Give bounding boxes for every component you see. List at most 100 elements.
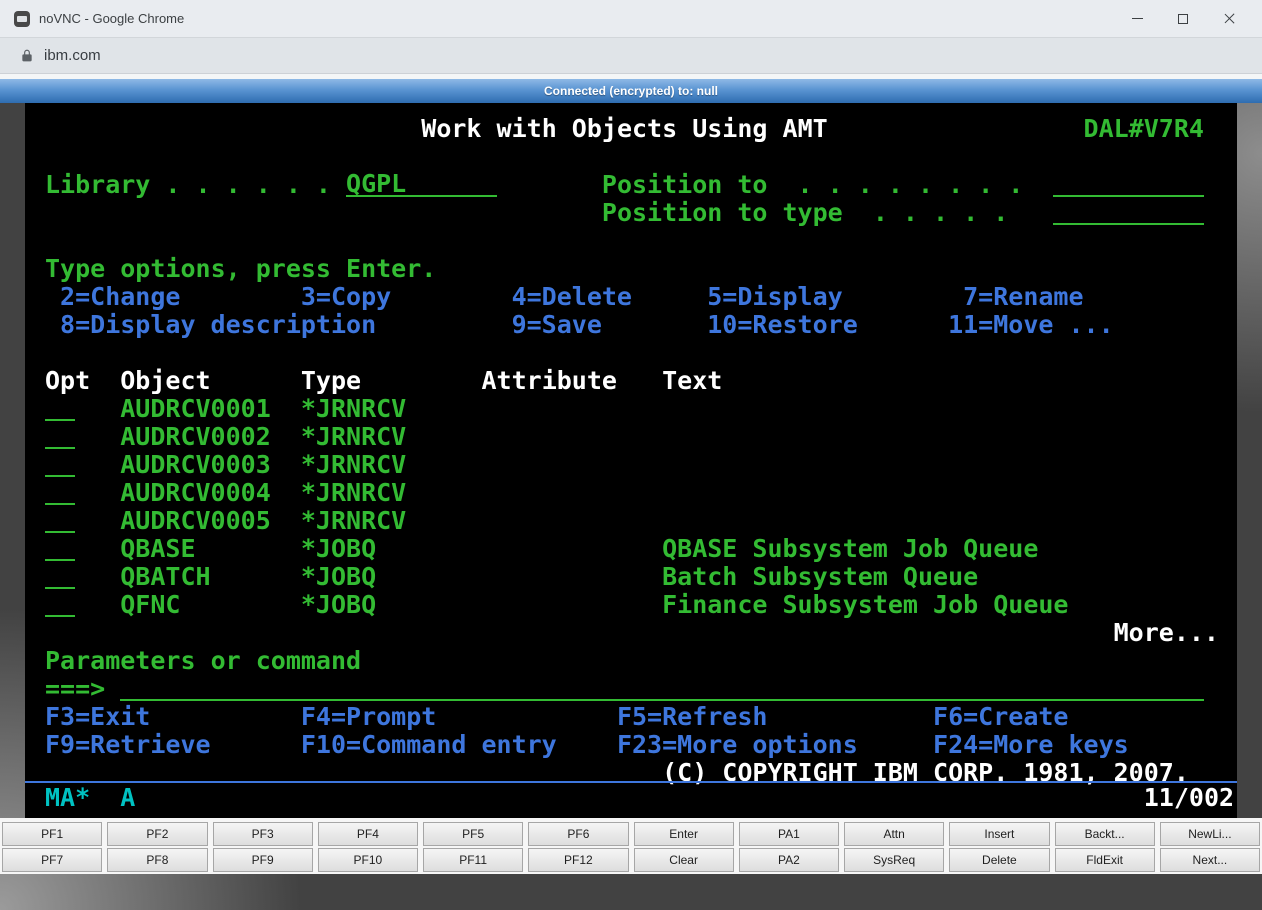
keyboard-row-2: PF7 PF8 PF9 PF10 PF11 PF12 Clear PA2 SysReq Delet… bbox=[2, 848, 1260, 872]
browser-window: noVNC - Google Chrome ibm.com Connected … bbox=[0, 0, 1262, 910]
object-row: QBATCH *JOBQ Batch Subsystem Queue bbox=[45, 563, 1227, 591]
status-separator bbox=[25, 781, 1237, 783]
key-next[interactable]: Next... bbox=[1159, 848, 1260, 872]
key-pf2[interactable]: PF2 bbox=[107, 822, 208, 846]
object-row: AUDRCV0004 *JRNRCV bbox=[45, 479, 1227, 507]
key-pa1[interactable]: PA1 bbox=[738, 822, 839, 846]
object-type: *JOBQ bbox=[300, 590, 377, 619]
lock-icon bbox=[22, 49, 32, 62]
key-pf8[interactable]: PF8 bbox=[107, 848, 208, 872]
command-input[interactable] bbox=[120, 675, 1204, 701]
vnc-status-text: Connected (encrypted) to: null bbox=[544, 84, 718, 98]
fkey-label: F6=Create bbox=[933, 702, 1069, 731]
key-fldexit[interactable]: FldExit bbox=[1054, 848, 1155, 872]
library-field[interactable]: QGPL bbox=[346, 171, 497, 197]
object-type: *JRNRCV bbox=[300, 394, 407, 423]
key-clear[interactable]: Clear bbox=[633, 848, 734, 872]
fkey-label: F24=More keys bbox=[933, 730, 1129, 759]
option-label: 11=Move ... bbox=[948, 310, 1114, 339]
virtual-keyboard: PF1 PF2 PF3 PF4 PF5 PF6 Enter PA1 Attn Insert Back… bbox=[0, 818, 1262, 874]
close-icon bbox=[1223, 12, 1236, 25]
key-pa2[interactable]: PA2 bbox=[738, 848, 839, 872]
close-button[interactable] bbox=[1206, 0, 1252, 37]
object-row: AUDRCV0001 *JRNRCV bbox=[45, 395, 1227, 423]
key-pf11[interactable]: PF11 bbox=[423, 848, 524, 872]
option-label: 8=Display description bbox=[60, 310, 377, 339]
status-cursor-position: 11/002 bbox=[1143, 783, 1235, 812]
opt-input[interactable] bbox=[45, 479, 76, 505]
system-id: DAL#V7R4 bbox=[1083, 114, 1204, 143]
object-row: AUDRCV0005 *JRNRCV bbox=[45, 507, 1227, 535]
address-bar[interactable]: ibm.com bbox=[0, 38, 1262, 74]
key-pf9[interactable]: PF9 bbox=[212, 848, 313, 872]
app-icon bbox=[14, 10, 30, 27]
library-label: Library . . . . . . bbox=[45, 170, 331, 199]
fkey-label: F10=Command entry bbox=[300, 730, 557, 759]
opt-input[interactable] bbox=[45, 507, 76, 533]
key-pf10[interactable]: PF10 bbox=[317, 848, 418, 872]
key-pf4[interactable]: PF4 bbox=[317, 822, 418, 846]
terminal-screen[interactable]: Work with Objects Using AMT DAL#V7R4 Lib… bbox=[25, 103, 1237, 818]
object-name: AUDRCV0005 bbox=[120, 506, 271, 535]
opt-input[interactable] bbox=[45, 591, 76, 617]
option-label: 9=Save bbox=[511, 310, 602, 339]
column-header: Type bbox=[300, 366, 362, 395]
option-label: 7=Rename bbox=[963, 282, 1084, 311]
key-enter[interactable]: Enter bbox=[633, 822, 734, 846]
object-row: AUDRCV0002 *JRNRCV bbox=[45, 423, 1227, 451]
column-header: Object bbox=[120, 366, 211, 395]
fkey-label: F4=Prompt bbox=[300, 702, 437, 731]
object-name: QBASE bbox=[120, 534, 196, 563]
status-keyboard-state: MA* bbox=[45, 783, 91, 812]
fkeys-row-2: F9=Retrieve F10=Command entry F23=More opt… bbox=[45, 731, 1227, 759]
opt-input[interactable] bbox=[45, 423, 76, 449]
option-label: 10=Restore bbox=[707, 310, 858, 339]
options-row-1: 2=Change 3=Copy 4=Delete 5=Display 7=Rename bbox=[45, 283, 1227, 311]
position-to-field[interactable] bbox=[1053, 171, 1204, 197]
fkey-label: F23=More options bbox=[616, 730, 858, 759]
key-newli[interactable]: NewLi... bbox=[1159, 822, 1260, 846]
window-title: noVNC - Google Chrome bbox=[39, 11, 185, 26]
opt-input[interactable] bbox=[45, 535, 76, 561]
key-delete[interactable]: Delete bbox=[949, 848, 1050, 872]
options-row-2: 8=Display description 9=Save 10=Restore 11=… bbox=[45, 311, 1227, 339]
key-pf6[interactable]: PF6 bbox=[528, 822, 629, 846]
url-text: ibm.com bbox=[44, 47, 101, 64]
key-attn[interactable]: Attn bbox=[844, 822, 945, 846]
key-pf7[interactable]: PF7 bbox=[2, 848, 103, 872]
keyboard-row-1: PF1 PF2 PF3 PF4 PF5 PF6 Enter PA1 Attn Insert Back… bbox=[2, 822, 1260, 846]
key-pf5[interactable]: PF5 bbox=[423, 822, 524, 846]
fkey-label: F9=Retrieve bbox=[45, 730, 211, 759]
object-row: AUDRCV0003 *JRNRCV bbox=[45, 451, 1227, 479]
object-type: *JRNRCV bbox=[300, 506, 407, 535]
maximize-button[interactable] bbox=[1160, 0, 1206, 37]
object-name: AUDRCV0003 bbox=[120, 450, 271, 479]
terminal-title-line: Work with Objects Using AMT DAL#V7R4 bbox=[45, 115, 1227, 143]
object-type: *JRNRCV bbox=[300, 422, 407, 451]
key-backt[interactable]: Backt... bbox=[1054, 822, 1155, 846]
key-insert[interactable]: Insert bbox=[949, 822, 1050, 846]
status-line: MA* A 11/002 bbox=[45, 783, 1234, 813]
minimize-button[interactable] bbox=[1114, 0, 1160, 37]
opt-input[interactable] bbox=[45, 395, 76, 421]
option-label: 2=Change bbox=[60, 282, 181, 311]
object-type: *JRNRCV bbox=[300, 450, 407, 479]
key-pf12[interactable]: PF12 bbox=[528, 848, 629, 872]
vnc-desktop: Work with Objects Using AMT DAL#V7R4 Lib… bbox=[0, 103, 1262, 910]
key-pf3[interactable]: PF3 bbox=[212, 822, 313, 846]
screen-title: Work with Objects Using AMT bbox=[421, 114, 828, 143]
opt-input[interactable] bbox=[45, 563, 76, 589]
key-sysreq[interactable]: SysReq bbox=[844, 848, 945, 872]
position-to-type-field[interactable] bbox=[1053, 199, 1204, 225]
object-type: *JRNRCV bbox=[300, 478, 407, 507]
key-pf1[interactable]: PF1 bbox=[2, 822, 103, 846]
option-label: 3=Copy bbox=[300, 282, 392, 311]
opt-input[interactable] bbox=[45, 451, 76, 477]
object-name: QFNC bbox=[120, 590, 181, 619]
column-header-line: Opt Object Type Attribute Text bbox=[45, 367, 1227, 395]
options-prompt-line: Type options, press Enter. bbox=[45, 255, 1227, 283]
maximize-icon bbox=[1178, 13, 1188, 24]
window-titlebar: noVNC - Google Chrome bbox=[0, 0, 1262, 38]
fkeys-row-1: F3=Exit F4=Prompt F5=Refresh F6=Create bbox=[45, 703, 1227, 731]
fkey-label: F3=Exit bbox=[45, 702, 151, 731]
